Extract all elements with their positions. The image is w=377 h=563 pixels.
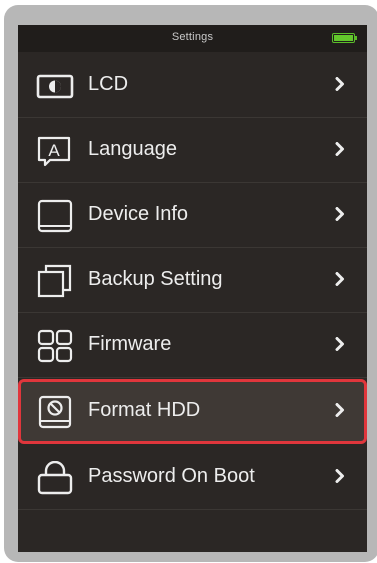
firmware-icon bbox=[37, 329, 73, 363]
menu-item-firmware[interactable]: Firmware bbox=[18, 313, 367, 378]
backup-setting-icon bbox=[37, 264, 72, 298]
chevron-right-icon bbox=[335, 142, 344, 156]
menu-item-format-hdd[interactable]: Format HDD bbox=[18, 379, 367, 444]
menu-item-password-on-boot[interactable]: Password On Boot bbox=[18, 445, 367, 510]
menu-item-label: Language bbox=[88, 138, 177, 160]
menu-item-label: Device Info bbox=[88, 203, 189, 225]
menu-item-label: Format HDD bbox=[88, 399, 201, 421]
menu-item-label: Backup Setting bbox=[88, 268, 223, 290]
menu-item-language[interactable]: A Language bbox=[18, 118, 367, 183]
chevron-right-icon bbox=[335, 272, 344, 286]
format-hdd-icon bbox=[38, 395, 72, 429]
menu-item-label: LCD bbox=[88, 73, 129, 95]
battery-icon bbox=[332, 33, 357, 43]
chevron-right-icon bbox=[335, 337, 344, 351]
chevron-right-icon bbox=[335, 207, 344, 221]
settings-screen: Settings LCD A Language Device Info Back… bbox=[18, 25, 367, 552]
menu-item-backup-setting[interactable]: Backup Setting bbox=[18, 248, 367, 313]
svg-text:A: A bbox=[48, 141, 60, 160]
language-icon: A bbox=[37, 136, 71, 167]
status-bar: Settings bbox=[18, 25, 367, 52]
menu-item-label: Firmware bbox=[88, 333, 172, 355]
chevron-right-icon bbox=[335, 403, 344, 417]
chevron-right-icon bbox=[335, 469, 344, 483]
menu-item-device-info[interactable]: Device Info bbox=[18, 183, 367, 248]
device-info-icon bbox=[37, 199, 73, 233]
lcd-icon bbox=[36, 74, 74, 99]
menu-item-label: Password On Boot bbox=[88, 465, 255, 487]
lock-icon bbox=[37, 461, 73, 495]
menu-item-lcd[interactable]: LCD bbox=[18, 53, 367, 118]
screen-title: Settings bbox=[171, 31, 214, 43]
battery-level-fill bbox=[334, 35, 353, 41]
chevron-right-icon bbox=[335, 77, 344, 91]
